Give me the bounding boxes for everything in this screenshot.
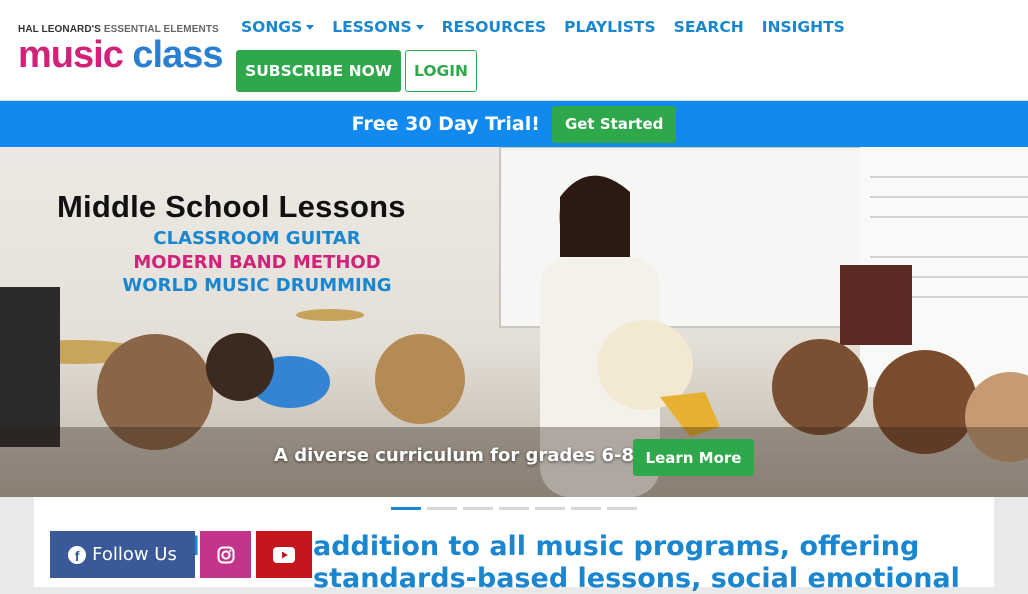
site-header: HAL LEONARD'S ESSENTIAL ELEMENTS music c… (0, 0, 1028, 101)
facebook-icon: f (68, 545, 87, 564)
follow-us-button[interactable]: f Follow Us (50, 531, 195, 578)
nav-lessons[interactable]: LESSONS (332, 16, 424, 38)
youtube-button[interactable] (256, 531, 312, 578)
carousel-indicator[interactable] (571, 507, 601, 510)
subscribe-button[interactable]: SUBSCRIBE NOW (236, 50, 401, 92)
instagram-icon (217, 546, 234, 563)
instagram-button[interactable] (200, 531, 251, 578)
nav-songs-label: SONGS (241, 18, 303, 36)
follow-us-label: Follow Us (92, 544, 177, 565)
hero-subtitle-guitar: CLASSROOM GUITAR (153, 228, 361, 249)
carousel-indicator[interactable] (499, 507, 529, 510)
hero-subtitle-band: MODERN BAND METHOD (133, 252, 381, 273)
get-started-button[interactable]: Get Started (551, 105, 677, 143)
hero-subtitle-drumming: WORLD MUSIC DRUMMING (122, 275, 392, 296)
logo-word-class: class (132, 34, 223, 76)
chevron-down-icon (306, 24, 315, 30)
nav-search[interactable]: SEARCH (674, 16, 744, 38)
carousel-indicator[interactable] (391, 507, 421, 510)
carousel-indicator[interactable] (427, 507, 457, 510)
site-logo[interactable]: HAL LEONARD'S ESSENTIAL ELEMENTS music c… (18, 24, 223, 76)
login-button[interactable]: LOGIN (405, 50, 477, 92)
nav-lessons-label: LESSONS (332, 18, 412, 36)
main-nav: SONGS LESSONS RESOURCES PLAYLISTS SEARCH… (241, 16, 863, 38)
intro-text-line1: addition to all music programs, offering (313, 531, 920, 562)
nav-resources[interactable]: RESOURCES (442, 16, 547, 38)
youtube-icon (273, 546, 295, 563)
trial-banner: Free 30 Day Trial! Get Started (0, 101, 1028, 147)
hero-carousel-slide: Middle School Lessons CLASSROOM GUITAR M… (0, 147, 1028, 497)
hero-title: Middle School Lessons (57, 189, 406, 224)
hero-caption: A diverse curriculum for grades 6-8. (274, 445, 641, 466)
carousel-indicator[interactable] (607, 507, 637, 510)
learn-more-button[interactable]: Learn More (633, 439, 754, 476)
carousel-indicator[interactable] (463, 507, 493, 510)
trial-text: Free 30 Day Trial! (351, 113, 540, 135)
nav-playlists[interactable]: PLAYLISTS (564, 16, 656, 38)
nav-insights[interactable]: INSIGHTS (762, 16, 845, 38)
carousel-indicator[interactable] (535, 507, 565, 510)
logo-wordmark: music class (18, 34, 223, 76)
intro-text-line2: standards-based lessons, social emotiona… (313, 563, 960, 594)
nav-songs[interactable]: SONGS (241, 16, 315, 38)
carousel-indicators (391, 507, 637, 510)
chevron-down-icon (415, 24, 424, 30)
logo-word-music: music (18, 34, 124, 76)
